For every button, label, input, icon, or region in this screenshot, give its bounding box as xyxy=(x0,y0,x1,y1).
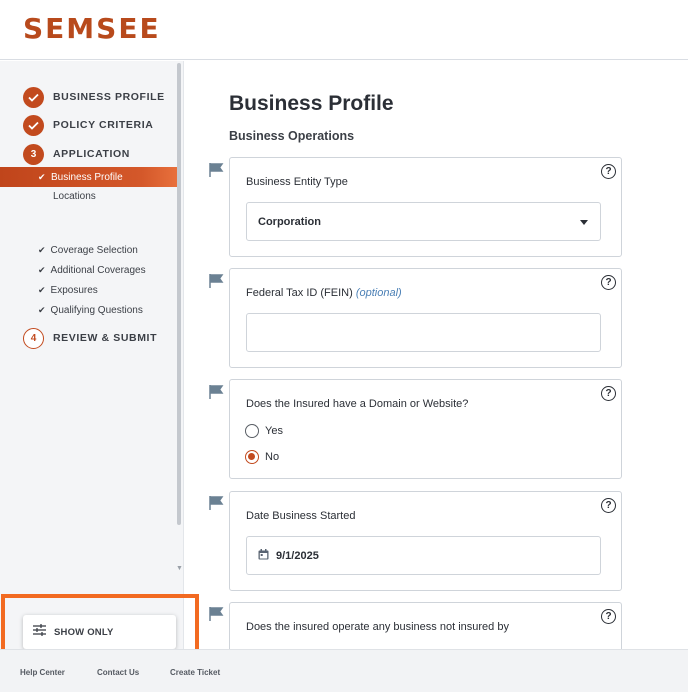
sidebar-item-locations[interactable]: Locations xyxy=(53,191,96,202)
footer: Help Center Contact Us Create Ticket xyxy=(0,649,688,692)
footer-link-contact-us[interactable]: Contact Us xyxy=(97,668,139,677)
question-label: Does the Insured have a Domain or Websit… xyxy=(246,398,469,410)
step-business-profile[interactable]: BUSINESS PROFILE xyxy=(23,86,165,108)
question-label: Does the insured operate any business no… xyxy=(246,621,509,633)
help-icon[interactable]: ? xyxy=(601,164,616,179)
question-card-other-business: ? Does the insured operate any business … xyxy=(229,602,622,650)
show-only-button[interactable]: SHOW ONLY xyxy=(23,615,176,649)
check-icon: ✔ xyxy=(38,265,46,275)
caret-down-icon xyxy=(580,220,588,225)
footer-link-create-ticket[interactable]: Create Ticket xyxy=(170,668,220,677)
flag-icon[interactable] xyxy=(209,496,224,510)
scroll-down-arrow-icon[interactable]: ▼ xyxy=(176,565,183,572)
check-icon: ✔ xyxy=(38,171,46,182)
radio-unchecked-icon xyxy=(245,424,259,438)
help-icon[interactable]: ? xyxy=(601,386,616,401)
sidebar-item-label: Business Profile xyxy=(51,171,123,183)
question-label: Date Business Started xyxy=(246,510,356,522)
step-review-submit[interactable]: 4 REVIEW & SUBMIT xyxy=(23,327,157,349)
sidebar-item-label: Coverage Selection xyxy=(50,245,138,256)
radio-label: No xyxy=(265,451,280,463)
footer-link-help-center[interactable]: Help Center xyxy=(20,668,65,677)
help-icon[interactable]: ? xyxy=(601,275,616,290)
date-started-input[interactable]: 9/1/2025 xyxy=(246,536,601,575)
flag-icon[interactable] xyxy=(209,274,224,288)
sidebar-scrollbar[interactable] xyxy=(177,63,181,525)
question-card-fein: ? Federal Tax ID (FEIN) (optional) xyxy=(229,268,622,368)
check-icon: ✔ xyxy=(38,305,46,315)
question-text: Federal Tax ID (FEIN) xyxy=(246,287,353,299)
sidebar-item-label: Additional Coverages xyxy=(50,265,146,276)
fein-input[interactable] xyxy=(246,313,601,352)
step-label: REVIEW & SUBMIT xyxy=(53,332,158,344)
sidebar-item-additional-coverages[interactable]: ✔ Additional Coverages xyxy=(38,265,146,276)
date-value: 9/1/2025 xyxy=(276,549,319,562)
step-application[interactable]: 3 APPLICATION xyxy=(23,143,130,165)
sidebar-item-coverage-selection[interactable]: ✔ Coverage Selection xyxy=(38,245,138,256)
section-title: Business Operations xyxy=(229,129,355,143)
question-label: Business Entity Type xyxy=(246,176,348,188)
filter-sliders-icon xyxy=(33,623,46,641)
sidebar-item-label: Qualifying Questions xyxy=(50,305,143,316)
step-number-badge: 3 xyxy=(23,143,44,165)
sidebar-item-exposures[interactable]: ✔ Exposures xyxy=(38,285,98,296)
flag-icon[interactable] xyxy=(209,163,224,177)
sidebar-item-qualifying-questions[interactable]: ✔ Qualifying Questions xyxy=(38,305,143,316)
check-icon: ✔ xyxy=(38,245,46,255)
radio-yes[interactable]: Yes xyxy=(245,424,283,438)
radio-checked-icon xyxy=(245,450,259,464)
top-bar: SEMSEE xyxy=(0,0,688,60)
check-icon: ✔ xyxy=(38,285,46,295)
question-card-website: ? Does the Insured have a Domain or Webs… xyxy=(229,379,622,479)
sidebar-item-label: Exposures xyxy=(50,285,98,296)
help-icon[interactable]: ? xyxy=(601,498,616,513)
question-label: Federal Tax ID (FEIN) (optional) xyxy=(246,287,402,299)
step-number-badge: 4 xyxy=(23,327,44,349)
step-label: BUSINESS PROFILE xyxy=(53,91,165,103)
check-icon xyxy=(23,114,44,136)
optional-note: (optional) xyxy=(355,287,402,299)
select-value: Corporation xyxy=(258,215,321,228)
step-policy-criteria[interactable]: POLICY CRITERIA xyxy=(23,114,153,136)
sidebar-item-business-profile[interactable]: ✔ Business Profile xyxy=(0,167,177,187)
help-icon[interactable]: ? xyxy=(601,609,616,624)
question-card-date-started: ? Date Business Started 9/1/2025 xyxy=(229,491,622,591)
check-icon xyxy=(23,86,44,108)
semsee-logo[interactable]: SEMSEE xyxy=(23,13,161,45)
question-card-entity-type: ? Business Entity Type Corporation xyxy=(229,157,622,257)
radio-label: Yes xyxy=(265,425,283,437)
flag-icon[interactable] xyxy=(209,385,224,399)
entity-type-select[interactable]: Corporation xyxy=(246,202,601,241)
page-title: Business Profile xyxy=(229,92,394,115)
show-only-label: SHOW ONLY xyxy=(54,626,114,638)
radio-no[interactable]: No xyxy=(245,450,279,464)
flag-icon[interactable] xyxy=(209,607,224,621)
calendar-icon xyxy=(258,548,269,563)
step-label: APPLICATION xyxy=(53,148,130,160)
step-label: POLICY CRITERIA xyxy=(53,119,154,131)
